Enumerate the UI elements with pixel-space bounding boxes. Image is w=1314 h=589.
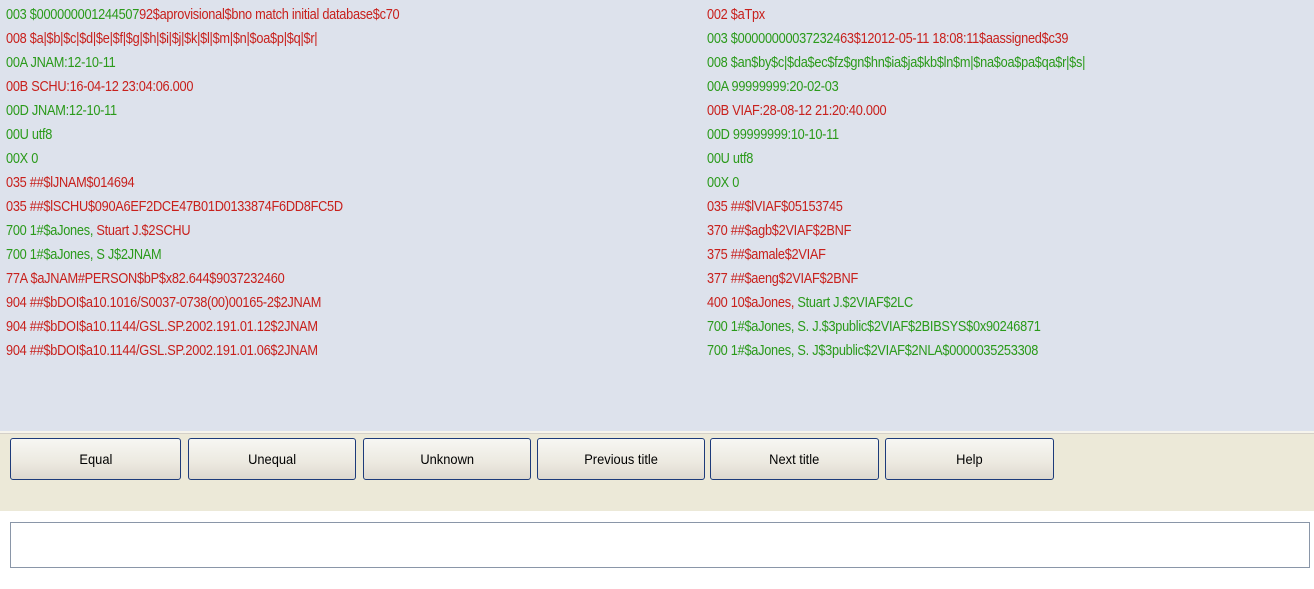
left-record-field-line: 904 ##$bDOI$a10.1144/GSL.SP.2002.191.01.… bbox=[6, 339, 613, 363]
left-record-field-segment: 700 1#$aJones, S J$2JNAM bbox=[6, 247, 162, 263]
equal-button[interactable]: Equal bbox=[10, 438, 181, 480]
left-record-field-segment: 003 $000000001244507 bbox=[6, 7, 140, 23]
right-record-field-segment: 377 ##$aeng$2VIAF$2BNF bbox=[707, 271, 858, 287]
right-record-field-segment: 375 ##$amale$2VIAF bbox=[707, 247, 826, 263]
right-record-field-segment: 008 $an$by$c|$da$ec$fz$gn$hn$ia$ja$kb$ln… bbox=[707, 55, 1086, 71]
right-record-field-segment: 00U utf8 bbox=[707, 151, 754, 167]
right-record-field-segment: 035 ##$lVIAF$05153745 bbox=[707, 199, 843, 215]
left-record-field-segment: 00U utf8 bbox=[6, 127, 53, 143]
record-comparison-panel: 003 $00000000124450792$aprovisional$bno … bbox=[0, 0, 1314, 431]
unknown-button[interactable]: Unknown bbox=[363, 438, 531, 480]
right-record: 002 $aTpx 003 $00000000037232463$12012-05… bbox=[707, 3, 1307, 363]
left-record-field-line: 003 $00000000124450792$aprovisional$bno … bbox=[6, 3, 613, 27]
toolbar-divider bbox=[0, 431, 1314, 434]
status-field[interactable] bbox=[10, 522, 1310, 568]
right-record-field-segment: 400 10$aJones, bbox=[707, 295, 798, 311]
right-record-field-line: 370 ##$agb$2VIAF$2BNF bbox=[707, 219, 1235, 243]
right-record-field-line: 003 $00000000037232463$12012-05-11 18:08… bbox=[707, 27, 1235, 51]
help-button-label: Help bbox=[956, 451, 983, 467]
right-record-field-line: 377 ##$aeng$2VIAF$2BNF bbox=[707, 267, 1235, 291]
right-record-field-line: 00U utf8 bbox=[707, 147, 1235, 171]
left-record-field-segment: 904 ##$bDOI$a10.1144/GSL.SP.2002.191.01.… bbox=[6, 319, 318, 335]
status-area bbox=[0, 511, 1314, 589]
left-record-field-line: 035 ##$lSCHU$090A6EF2DCE47B01D0133874F6D… bbox=[6, 195, 613, 219]
left-record-field-line: 00U utf8 bbox=[6, 123, 613, 147]
right-record-field-line: 700 1#$aJones, S. J$3public$2VIAF$2NLA$0… bbox=[707, 339, 1235, 363]
left-record-field-segment: 77A $aJNAM#PERSON$bP$x82.644$9037232460 bbox=[6, 271, 285, 287]
right-record-field-segment: 700 1#$aJones, S. J$3public$2VIAF$2NLA$0… bbox=[707, 343, 1039, 359]
left-record-field-segment: 00X 0 bbox=[6, 151, 39, 167]
previous-title-button[interactable]: Previous title bbox=[537, 438, 705, 480]
left-record-field-segment: 92$aprovisional$bno match initial databa… bbox=[139, 7, 400, 23]
left-record-field-line: 00B SCHU:16-04-12 23:04:06.000 bbox=[6, 75, 613, 99]
right-record-field-segment: 00D 99999999:10-10-11 bbox=[707, 127, 839, 143]
right-record-field-segment: 003 $000000000372324 bbox=[707, 31, 841, 47]
right-record-field-line: 00B VIAF:28-08-12 21:20:40.000 bbox=[707, 99, 1235, 123]
left-record-field-segment: 904 ##$bDOI$a10.1016/S0037-0738(00)00165… bbox=[6, 295, 322, 311]
right-record-field-segment: 00B VIAF:28-08-12 21:20:40.000 bbox=[707, 103, 887, 119]
left-record-field-segment: 700 1#$aJones, bbox=[6, 223, 97, 239]
right-record-field-segment: 700 1#$aJones, S. J.$3public$2VIAF$2BIBS… bbox=[707, 319, 1041, 335]
left-record-field-segment: 008 $a|$b|$c|$d|$e|$f|$g|$h|$i|$j|$k|$l|… bbox=[6, 31, 318, 47]
right-record-field-line: 035 ##$lVIAF$05153745 bbox=[707, 195, 1235, 219]
left-record-field-segment: 904 ##$bDOI$a10.1144/GSL.SP.2002.191.01.… bbox=[6, 343, 318, 359]
equal-button-label: Equal bbox=[79, 451, 112, 467]
right-record-field-line: 400 10$aJones, Stuart J.$2VIAF$2LC bbox=[707, 291, 1235, 315]
right-record-field-segment: 63$12012-05-11 18:08:11$aassigned$c39 bbox=[840, 31, 1069, 47]
left-record-field-line: 77A $aJNAM#PERSON$bP$x82.644$9037232460 bbox=[6, 267, 613, 291]
right-record-field-segment: 370 ##$agb$2VIAF$2BNF bbox=[707, 223, 852, 239]
left-record-field-line: 00X 0 bbox=[6, 147, 613, 171]
left-record-field-segment: Stuart J.$2SCHU bbox=[96, 223, 191, 239]
left-record-field-line: 904 ##$bDOI$a10.1016/S0037-0738(00)00165… bbox=[6, 291, 613, 315]
right-record-field-line: 700 1#$aJones, S. J.$3public$2VIAF$2BIBS… bbox=[707, 315, 1235, 339]
left-record-field-line: 008 $a|$b|$c|$d|$e|$f|$g|$h|$i|$j|$k|$l|… bbox=[6, 27, 613, 51]
left-record-field-line: 700 1#$aJones, Stuart J.$2SCHU bbox=[6, 219, 613, 243]
left-record-field-segment: 00A JNAM:12-10-11 bbox=[6, 55, 116, 71]
left-record-field-segment: 035 ##$lJNAM$014694 bbox=[6, 175, 135, 191]
right-record-field-line: 008 $an$by$c|$da$ec$fz$gn$hn$ia$ja$kb$ln… bbox=[707, 51, 1235, 75]
unequal-button-label: Unequal bbox=[248, 451, 296, 467]
unknown-button-label: Unknown bbox=[420, 451, 474, 467]
right-record-field-line: 00A 99999999:20-02-03 bbox=[707, 75, 1235, 99]
right-record-field-segment: Stuart J.$2VIAF$2LC bbox=[797, 295, 913, 311]
right-record-field-segment: 00A 99999999:20-02-03 bbox=[707, 79, 839, 95]
button-toolbar: Equal Unequal Unknown Previous title Nex… bbox=[0, 431, 1314, 511]
left-record-field-line: 00A JNAM:12-10-11 bbox=[6, 51, 613, 75]
unequal-button[interactable]: Unequal bbox=[188, 438, 356, 480]
next-title-button-label: Next title bbox=[769, 451, 820, 467]
left-record-field-line: 035 ##$lJNAM$014694 bbox=[6, 171, 613, 195]
left-record-field-line: 904 ##$bDOI$a10.1144/GSL.SP.2002.191.01.… bbox=[6, 315, 613, 339]
right-record-field-line: 002 $aTpx bbox=[707, 3, 1235, 27]
left-record-field-line: 700 1#$aJones, S J$2JNAM bbox=[6, 243, 613, 267]
left-record-field-line: 00D JNAM:12-10-11 bbox=[6, 99, 613, 123]
right-record-field-segment: 00X 0 bbox=[707, 175, 740, 191]
left-record: 003 $00000000124450792$aprovisional$bno … bbox=[6, 3, 696, 363]
left-record-field-segment: 035 ##$lSCHU$090A6EF2DCE47B01D0133874F6D… bbox=[6, 199, 343, 215]
right-record-field-line: 375 ##$amale$2VIAF bbox=[707, 243, 1235, 267]
help-button[interactable]: Help bbox=[885, 438, 1054, 480]
previous-title-button-label: Previous title bbox=[584, 451, 658, 467]
next-title-button[interactable]: Next title bbox=[710, 438, 879, 480]
left-record-field-segment: 00D JNAM:12-10-11 bbox=[6, 103, 117, 119]
right-record-field-line: 00D 99999999:10-10-11 bbox=[707, 123, 1235, 147]
left-record-field-segment: 00B SCHU:16-04-12 23:04:06.000 bbox=[6, 79, 194, 95]
right-record-field-segment: 002 $aTpx bbox=[707, 7, 765, 23]
right-record-field-line: 00X 0 bbox=[707, 171, 1235, 195]
